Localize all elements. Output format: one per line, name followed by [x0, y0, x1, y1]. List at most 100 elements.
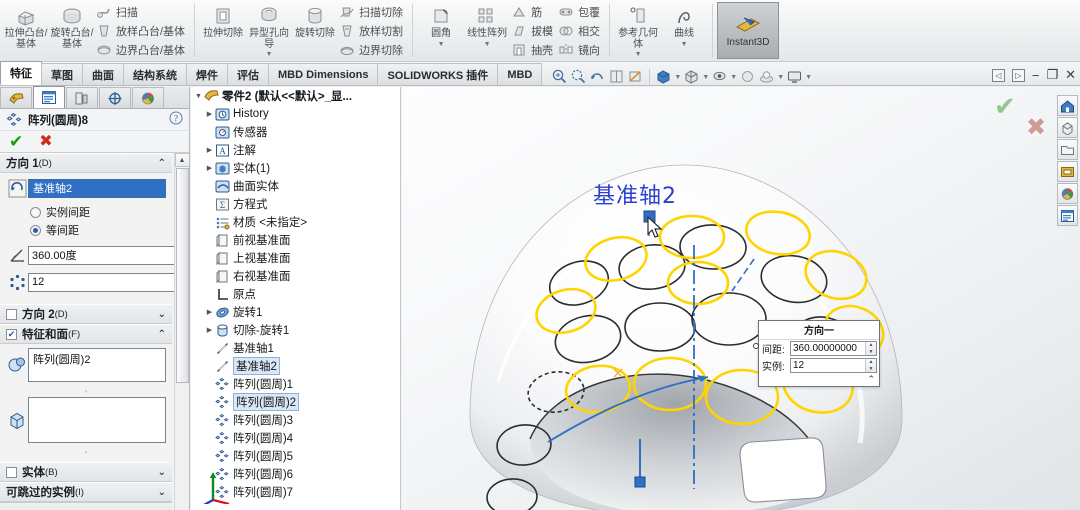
chevron-down-icon[interactable]: ▼ [193, 93, 204, 100]
task-pane-folder-icon[interactable] [1057, 139, 1078, 160]
radio-instance-spacing[interactable]: 实例间距 [30, 204, 166, 220]
ribbon-button-wrap[interactable]: 包覆 [557, 2, 604, 21]
chevron-down-icon[interactable]: ▼ [702, 74, 709, 81]
tree-item[interactable]: 基准轴1 [191, 339, 400, 357]
tree-item[interactable]: 材质 <未指定> [191, 213, 400, 231]
tab-weldments[interactable]: 焊件 [186, 63, 228, 85]
ribbon-button-boundary-cut[interactable]: 边界切除 [338, 40, 407, 59]
ok-button[interactable]: ✔ [9, 133, 23, 150]
tree-item[interactable]: 传感器 [191, 123, 400, 141]
feature-selection-field[interactable]: 阵列(圆周)2 [28, 348, 166, 382]
graphics-viewport[interactable]: 基准轴2 ✔ ✖ 方向一 间距: 360.00000000度 ▲▼ 实例: 12 [402, 87, 1080, 510]
custom-properties-icon[interactable] [1057, 205, 1078, 226]
configuration-manager-tab[interactable] [66, 87, 98, 108]
chevron-right-icon[interactable]: ▶ [204, 326, 215, 334]
ribbon-button-curves[interactable]: 曲线 ▼ [661, 1, 707, 60]
chevron-down-icon[interactable]: ▼ [635, 51, 642, 58]
stepper-up[interactable]: ▲ [866, 359, 876, 366]
chevron-right-icon[interactable]: ▶ [204, 110, 215, 118]
angle-input[interactable]: ▲▼ [28, 245, 189, 265]
count-value[interactable] [29, 273, 177, 291]
dialog-instances-stepper[interactable]: ▲ ▼ [865, 359, 876, 372]
ribbon-button-shell[interactable]: 抽壳 [510, 40, 557, 59]
stepper-down[interactable]: ▼ [866, 366, 876, 373]
rotate-view-icon[interactable] [589, 68, 606, 85]
apply-scene-icon[interactable] [758, 68, 775, 85]
chevron-down-icon[interactable]: ▼ [730, 74, 737, 81]
axis-selection-field[interactable]: 基准轴2 [28, 178, 166, 198]
ribbon-button-boundary-boss[interactable]: 边界凸台/基体 [95, 40, 189, 59]
chevron-down-icon[interactable]: ▼ [266, 51, 273, 58]
restore-right-icon[interactable]: ▷ [1011, 68, 1025, 82]
chevron-down-icon[interactable]: ▼ [805, 74, 812, 81]
chevron-down-icon[interactable]: ▼ [681, 41, 688, 48]
stepper-down[interactable]: ▼ [866, 349, 876, 356]
tab-structure-system[interactable]: 结构系统 [123, 63, 187, 85]
section-header-bodies[interactable]: 实体 (B) ⌄ [0, 462, 172, 482]
appearances-icon[interactable] [1057, 117, 1078, 138]
section-checkbox[interactable] [6, 308, 17, 320]
tree-item[interactable]: 阵列(圆周)3 [191, 411, 400, 429]
dialog-collapse-icon[interactable]: ⌃ [759, 374, 879, 386]
count-input[interactable]: ▲▼ [28, 272, 189, 292]
section-checkbox[interactable] [6, 466, 17, 478]
scrollbar-thumb[interactable] [175, 168, 189, 383]
zoom-to-fit-icon[interactable] [551, 68, 568, 85]
ribbon-button-linear-pattern[interactable]: 线性阵列 ▼ [464, 1, 510, 60]
chevron-up-icon[interactable]: ⌃ [158, 329, 166, 340]
feature-manager-tab[interactable] [0, 87, 32, 108]
maximize-icon[interactable]: ❐ [1046, 67, 1058, 83]
ribbon-button-instant3d[interactable]: Instant3D [717, 2, 780, 59]
ribbon-button-revolve-boss[interactable]: 旋转凸台/基体 [49, 1, 95, 60]
view-orientation-icon[interactable] [655, 68, 672, 85]
ribbon-button-extrude-boss[interactable]: 拉伸凸台/基体 [3, 1, 49, 60]
ribbon-button-sweep-cut[interactable]: 扫描切除 [338, 2, 407, 21]
hide-show-items-icon[interactable] [711, 68, 728, 85]
section-checkbox[interactable]: ✔ [6, 328, 17, 340]
chevron-down-icon[interactable]: ⌄ [158, 487, 166, 498]
chevron-right-icon[interactable]: ▶ [204, 164, 215, 172]
tree-item[interactable]: 曲面实体 [191, 177, 400, 195]
minimize-icon[interactable]: − [1032, 68, 1040, 83]
resize-handle[interactable]: ◦ [6, 387, 166, 396]
tree-item[interactable]: 阵列(圆周)2 [191, 393, 400, 411]
chevron-down-icon[interactable]: ▼ [674, 74, 681, 81]
section-header-direction1[interactable]: 方向 1 (D) ⌃ [0, 153, 172, 173]
ribbon-button-revolve-cut[interactable]: 旋转切除 [292, 1, 338, 60]
chevron-down-icon[interactable]: ▼ [438, 41, 445, 48]
tree-item[interactable]: 原点 [191, 285, 400, 303]
section-header-features-faces[interactable]: ✔ 特征和面 (F) ⌃ [0, 324, 172, 344]
stepper-up[interactable]: ▲ [866, 342, 876, 349]
ribbon-button-intersect[interactable]: 相交 [557, 21, 604, 40]
chevron-down-icon[interactable]: ▼ [484, 41, 491, 48]
tab-solidworks-addins[interactable]: SOLIDWORKS 插件 [377, 63, 499, 85]
tree-item[interactable]: 阵列(圆周)4 [191, 429, 400, 447]
tab-surfaces[interactable]: 曲面 [82, 63, 124, 85]
section-header-direction2[interactable]: 方向 2 (D) ⌄ [0, 304, 172, 324]
tree-item[interactable]: ▼ 零件2 (默认<<默认>_显... [191, 87, 400, 105]
dimxpert-manager-tab[interactable] [99, 87, 131, 108]
close-icon[interactable]: ✕ [1065, 67, 1076, 83]
section-view-icon[interactable] [627, 68, 644, 85]
chevron-right-icon[interactable]: ▶ [204, 146, 215, 154]
tree-item[interactable]: ▶ History [191, 105, 400, 123]
ribbon-button-hole-wizard[interactable]: 异型孔向导 ▼ [246, 1, 292, 60]
scenes-lights-icon[interactable] [1057, 183, 1078, 204]
chevron-down-icon[interactable]: ⌄ [158, 309, 166, 320]
chevron-up-icon[interactable]: ⌃ [158, 158, 166, 169]
ribbon-button-fillet[interactable]: 圆角 ▼ [418, 1, 464, 60]
ribbon-button-extrude-cut[interactable]: 拉伸切除 [200, 1, 246, 60]
cancel-button[interactable]: ✖ [39, 133, 52, 150]
ribbon-button-reference-geometry[interactable]: 参考几何体 ▼ [615, 1, 661, 60]
ribbon-button-draft[interactable]: 拔模 [510, 21, 557, 40]
dialog-instances-input[interactable]: 12 ▲ ▼ [790, 358, 877, 373]
ribbon-button-loft-cut[interactable]: 放样切割 [338, 21, 407, 40]
tree-item[interactable]: 前视基准面 [191, 231, 400, 249]
display-style-icon[interactable] [683, 68, 700, 85]
face-selection-field[interactable] [28, 397, 166, 443]
view-home-icon[interactable] [1057, 95, 1078, 116]
section-header-skipped-instances[interactable]: 可跳过的实例 (I) ⌄ [0, 482, 172, 502]
zoom-to-area-icon[interactable] [570, 68, 587, 85]
tree-item[interactable]: Σ 方程式 [191, 195, 400, 213]
tab-sketch[interactable]: 草图 [41, 63, 83, 85]
